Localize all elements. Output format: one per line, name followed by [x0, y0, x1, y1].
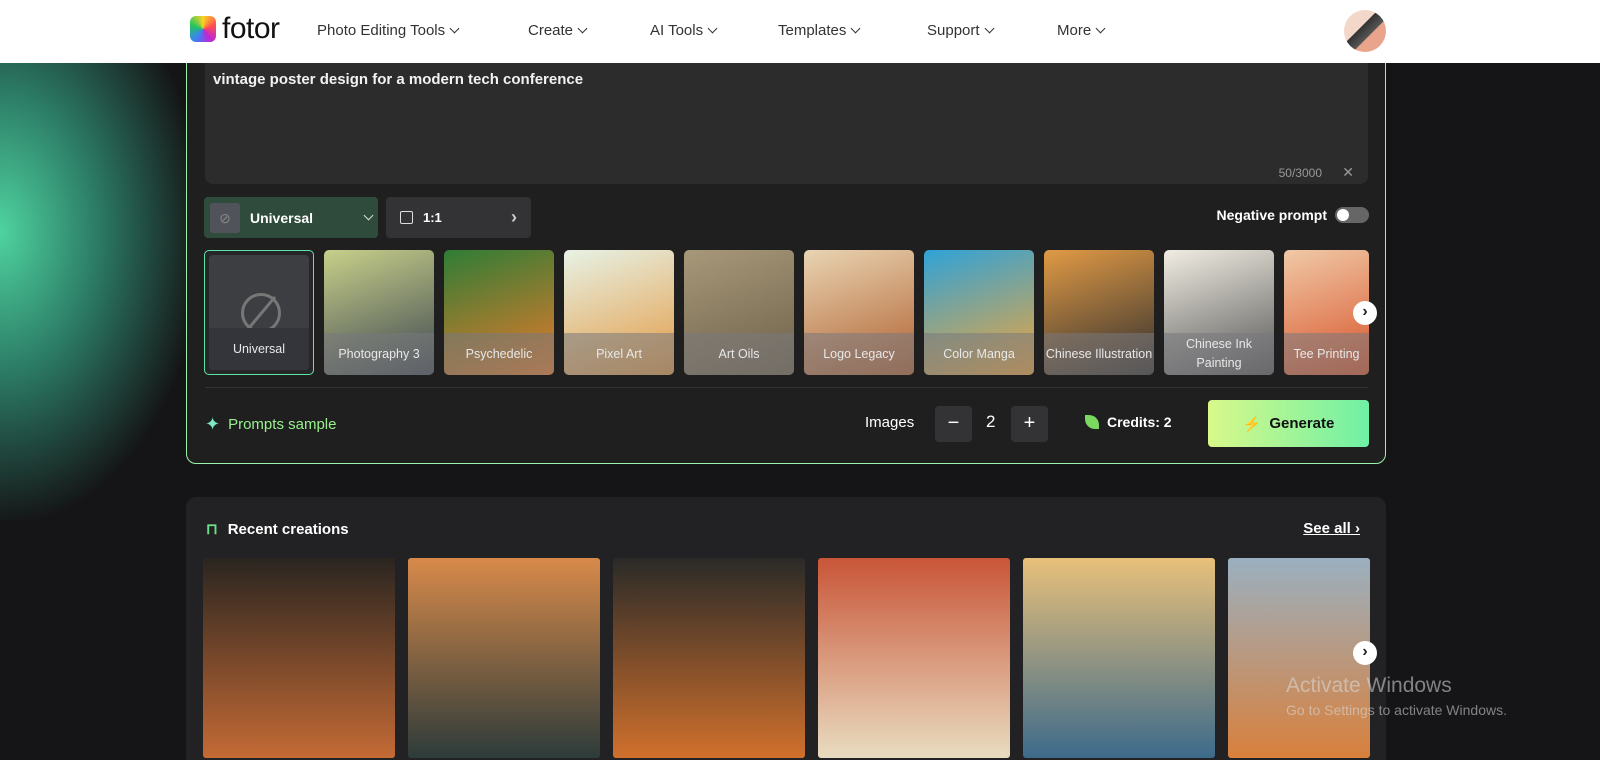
styles-next-button[interactable]: ›: [1353, 301, 1377, 325]
style-label: Logo Legacy: [804, 333, 914, 375]
style-card[interactable]: Chinese Ink Painting: [1164, 250, 1274, 375]
negative-prompt: Negative prompt: [1217, 207, 1369, 223]
recent-thumbnail[interactable]: [818, 558, 1010, 758]
decrement-button[interactable]: −: [935, 406, 972, 442]
logo-icon: [190, 16, 216, 42]
increment-button[interactable]: +: [1011, 406, 1048, 442]
negative-prompt-label: Negative prompt: [1216, 207, 1327, 223]
style-label: Photography 3: [324, 333, 434, 375]
style-label: Chinese Illustration: [1044, 333, 1154, 375]
recent-thumbnail[interactable]: [1023, 558, 1215, 758]
recent-thumbnail[interactable]: [613, 558, 805, 758]
nav-label: Create: [528, 22, 574, 39]
style-card[interactable]: Pixel Art: [564, 250, 674, 375]
recent-thumbnail[interactable]: [203, 558, 395, 758]
nav-label: Photo Editing Tools: [317, 22, 446, 39]
style-label: Art Oils: [684, 333, 794, 375]
char-counter: 50/3000: [1278, 166, 1322, 180]
credits: Credits: 2: [1085, 414, 1172, 430]
gallery-icon: ⊓: [206, 521, 218, 538]
close-icon[interactable]: ✕: [1342, 164, 1354, 181]
chevron-down-icon: [363, 210, 374, 221]
style-card[interactable]: Color Manga: [924, 250, 1034, 375]
nav-label: More: [1057, 22, 1092, 39]
top-nav: fotor Photo Editing Tools Create AI Tool…: [0, 0, 1600, 63]
style-label: Color Manga: [924, 333, 1034, 375]
no-style-icon: [241, 293, 281, 333]
nav-more[interactable]: More: [1057, 22, 1106, 39]
style-label: Psychedelic: [444, 333, 554, 375]
square-icon: [400, 211, 413, 224]
prompts-sample-label: Prompts sample: [228, 416, 337, 433]
recent-title-text: Recent creations: [227, 520, 349, 538]
nav-label: Support: [927, 22, 980, 39]
generator-panel: vintage poster design for a modern tech …: [186, 40, 1386, 464]
chevron-down-icon: [449, 23, 460, 34]
recent-thumbnail[interactable]: [408, 558, 600, 758]
recent-thumbnail[interactable]: [1228, 558, 1370, 758]
see-all-label: See all: [1303, 520, 1351, 537]
logo-text: fotor: [222, 12, 280, 45]
nav-label: AI Tools: [650, 22, 704, 39]
style-label: Universal: [209, 328, 309, 370]
images-count: 2: [986, 412, 996, 431]
nav-support[interactable]: Support: [927, 22, 994, 39]
generate-button[interactable]: ⚡ Generate: [1208, 400, 1369, 447]
no-style-icon: ⊘: [210, 202, 240, 233]
chevron-down-icon: [1095, 23, 1106, 34]
style-card[interactable]: Logo Legacy: [804, 250, 914, 375]
background-glow: [0, 40, 200, 520]
see-all-link[interactable]: See all ›: [1303, 520, 1360, 537]
style-card-inner: Universal: [209, 255, 309, 370]
recent-next-button[interactable]: ›: [1353, 641, 1377, 665]
images-label: Images: [865, 414, 915, 431]
model-label: Universal: [250, 209, 314, 226]
divider: [205, 387, 1368, 388]
style-label: Tee Printing: [1284, 333, 1369, 375]
leaf-icon: [1085, 415, 1099, 429]
style-card[interactable]: Art Oils: [684, 250, 794, 375]
nav-label: Templates: [778, 22, 847, 39]
credits-label: Credits: 2: [1107, 414, 1172, 430]
prompts-sample-button[interactable]: ✦ Prompts sample: [205, 414, 336, 435]
sparkle-icon: ✦: [205, 414, 221, 434]
nav-templates[interactable]: Templates: [778, 22, 861, 39]
activate-windows-watermark: Activate Windows: [1286, 674, 1452, 697]
chevron-down-icon: [984, 23, 994, 34]
style-card[interactable]: Chinese Illustration: [1044, 250, 1154, 375]
style-card[interactable]: Universal: [204, 250, 314, 375]
generate-label: Generate: [1269, 415, 1335, 432]
nav-ai-tools[interactable]: AI Tools: [650, 22, 718, 39]
activate-windows-subtext: Go to Settings to activate Windows.: [1286, 702, 1507, 718]
style-card[interactable]: Psychedelic: [444, 250, 554, 375]
style-card[interactable]: Photography 3: [324, 250, 434, 375]
nav-photo-editing-tools[interactable]: Photo Editing Tools: [317, 22, 460, 39]
ratio-label: 1:1: [423, 210, 442, 225]
chevron-right-icon: ›: [511, 207, 517, 227]
fotor-logo[interactable]: fotor: [190, 12, 280, 45]
chevron-down-icon: [850, 23, 861, 34]
model-dropdown[interactable]: ⊘ Universal: [204, 197, 378, 238]
chevron-down-icon: [577, 23, 588, 34]
recent-title: ⊓ Recent creations: [206, 520, 349, 539]
nav-create[interactable]: Create: [528, 22, 588, 39]
prompt-text[interactable]: vintage poster design for a modern tech …: [213, 71, 1360, 88]
avatar[interactable]: [1344, 10, 1386, 52]
negative-prompt-toggle[interactable]: [1335, 207, 1369, 223]
style-label: Pixel Art: [564, 333, 674, 375]
style-label: Chinese Ink Painting: [1164, 333, 1274, 375]
chevron-down-icon: [707, 23, 718, 34]
magic-wand-icon: ⚡: [1242, 415, 1262, 433]
aspect-ratio-selector[interactable]: 1:1 ›: [386, 197, 531, 238]
recent-creations: ⊓ Recent creations See all › ›: [186, 497, 1386, 760]
